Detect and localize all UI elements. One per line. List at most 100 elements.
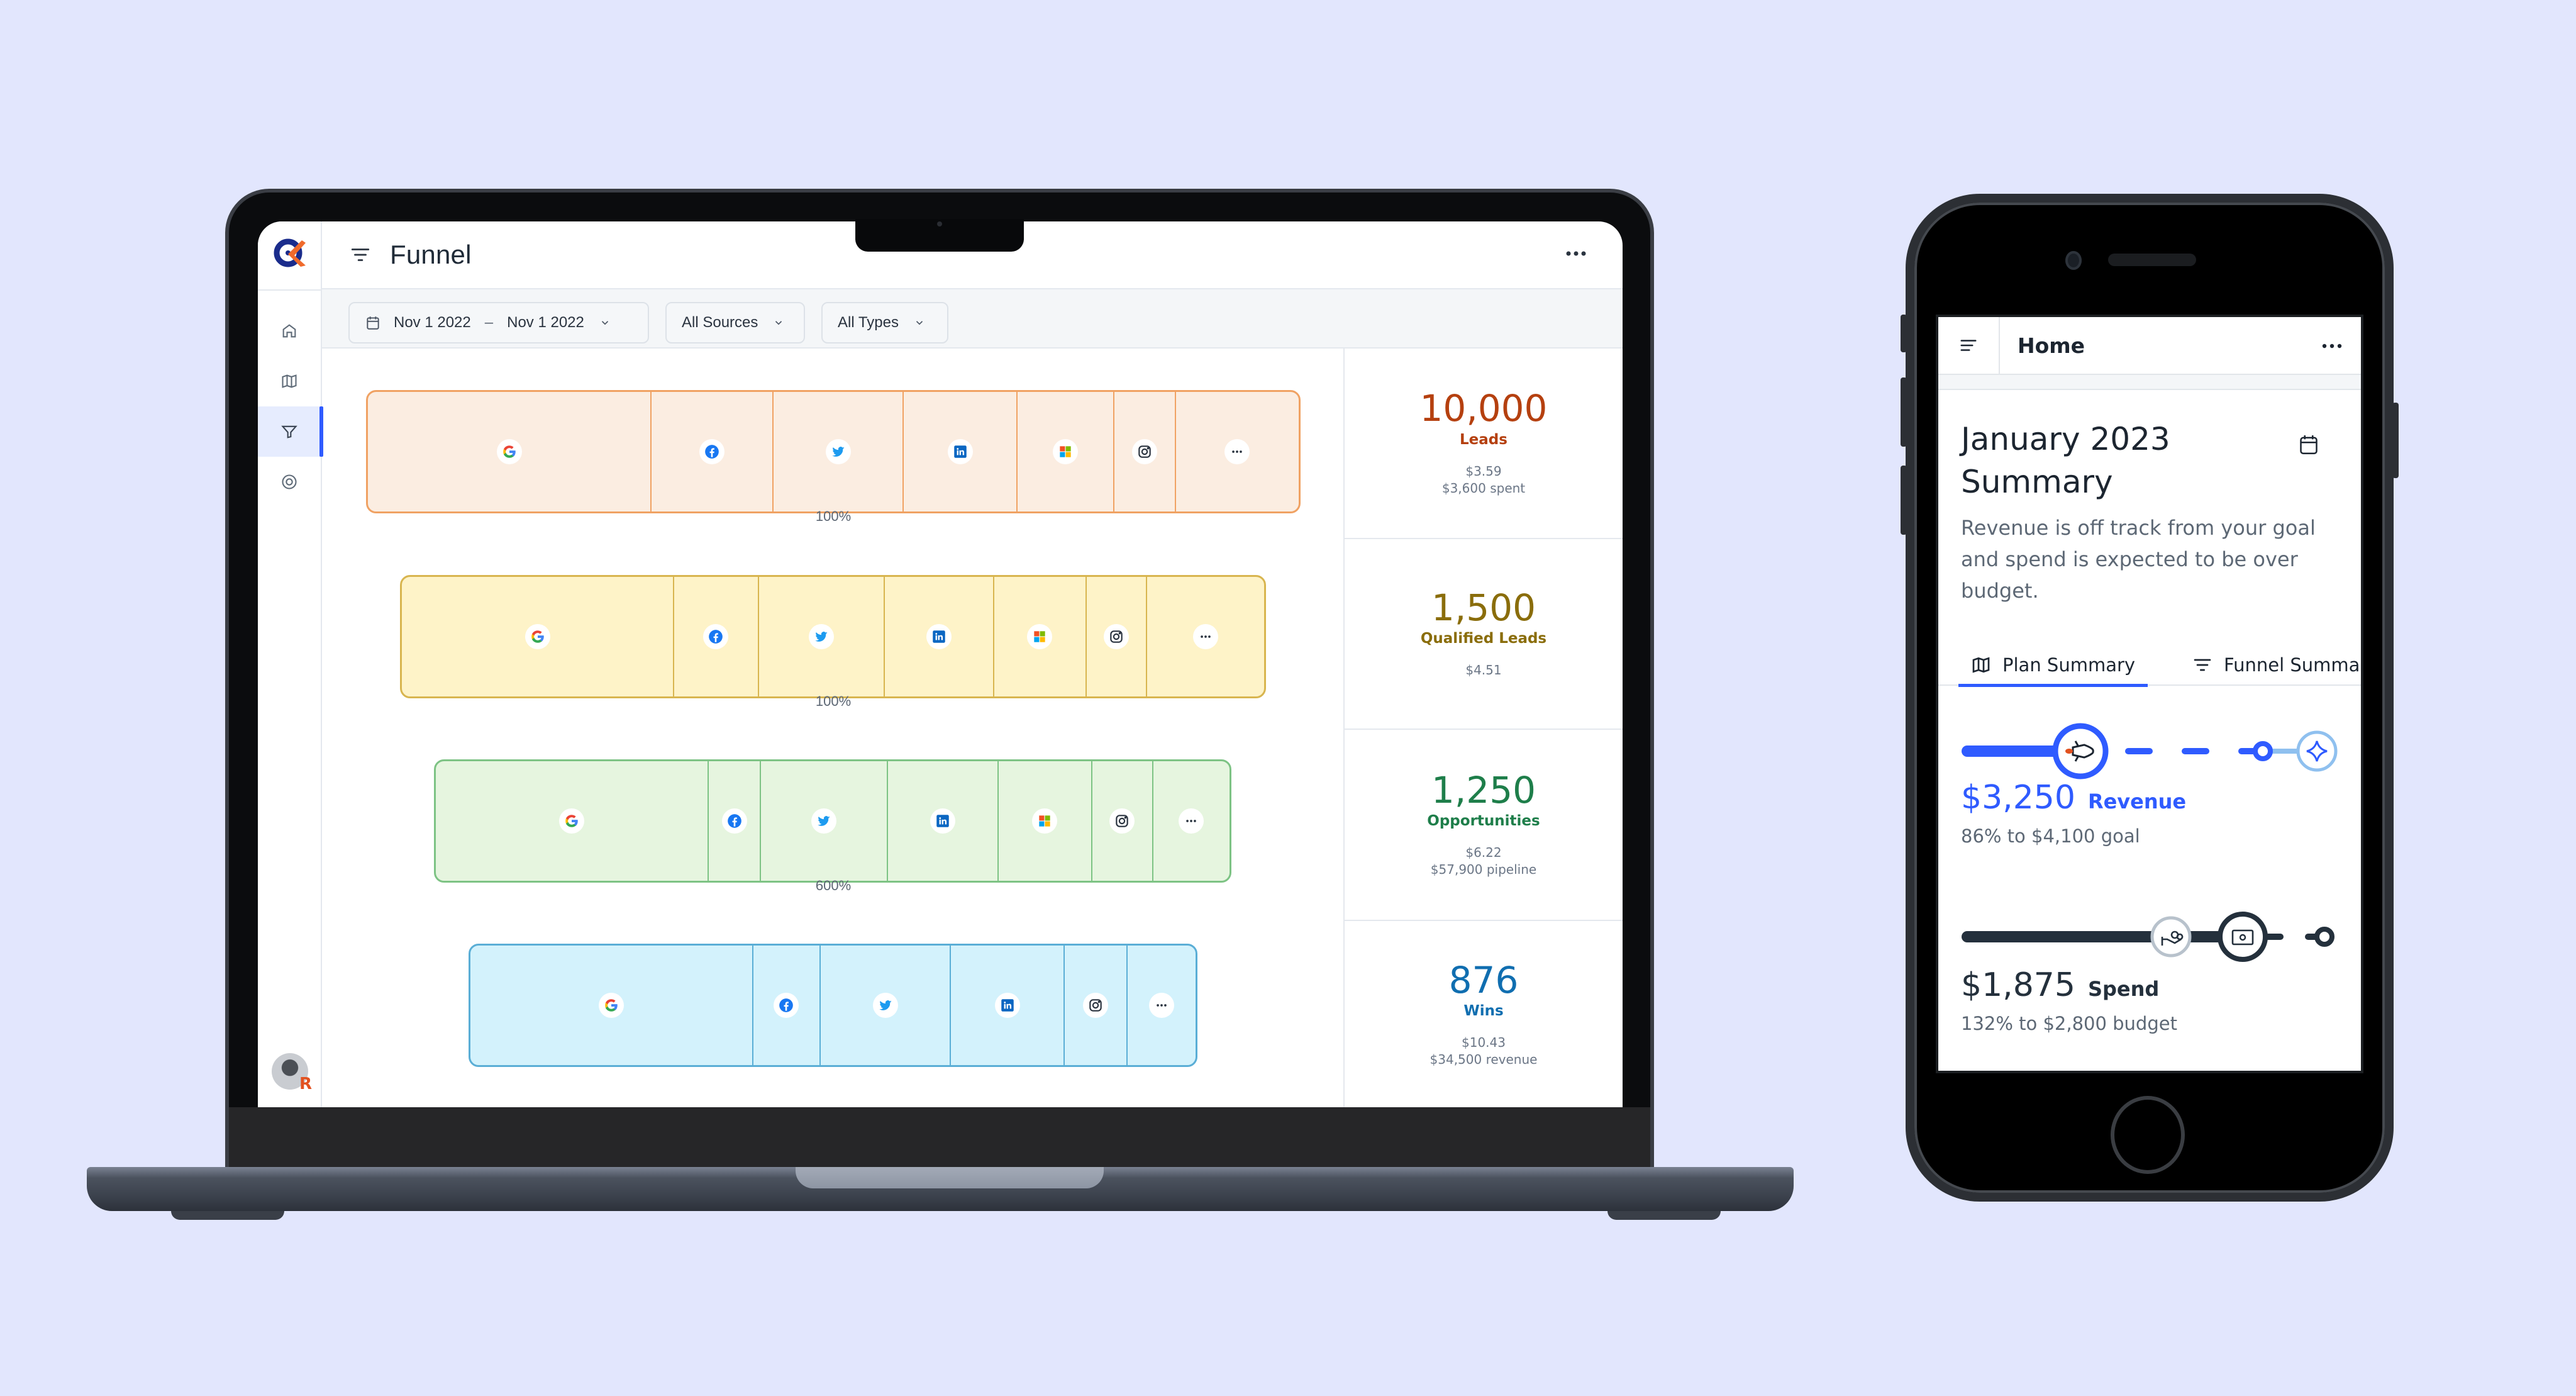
funnel-segment-google[interactable] bbox=[368, 392, 652, 511]
funnel-segment-google[interactable] bbox=[436, 761, 709, 881]
stat-card-opportunities[interactable]: 1,250 Opportunities $6.22 $57,900 pipeline bbox=[1345, 730, 1623, 921]
page-title: Funnel bbox=[390, 240, 472, 269]
summary-tabs: Plan Summary Funnel Summary bbox=[1938, 644, 2363, 687]
summary-title: January 2023 Summary bbox=[1961, 421, 2170, 500]
funnel-segment-twitter[interactable] bbox=[774, 392, 904, 511]
funnel-segment-microsoft[interactable] bbox=[994, 577, 1087, 696]
funnel-stage-wins[interactable] bbox=[469, 944, 1197, 1067]
logo-icon[interactable] bbox=[273, 235, 308, 271]
facebook-icon bbox=[699, 439, 725, 464]
tab-label: Funnel Summary bbox=[2224, 654, 2363, 676]
funnel-segment-twitter[interactable] bbox=[821, 946, 952, 1065]
funnel-segment-more[interactable] bbox=[1128, 946, 1196, 1065]
phone-menu-button[interactable] bbox=[1938, 317, 2000, 374]
funnel-segment-more[interactable] bbox=[1153, 761, 1230, 881]
funnel-stage-opportunities[interactable] bbox=[434, 759, 1231, 883]
stat-detail-line: $10.43 bbox=[1462, 1035, 1506, 1051]
phone-front-camera bbox=[2065, 251, 2082, 270]
conversion-rate-label: 100% bbox=[815, 508, 852, 524]
stat-details: $10.43 $34,500 revenue bbox=[1430, 1034, 1538, 1068]
calendar-icon bbox=[367, 316, 379, 330]
funnel-segment-facebook[interactable] bbox=[709, 761, 762, 881]
disc-icon bbox=[282, 474, 297, 489]
stat-card-qualified-leads[interactable]: 1,500 Qualified Leads $4.51 bbox=[1345, 539, 1623, 730]
funnel-segment-linkedin[interactable] bbox=[951, 946, 1065, 1065]
funnel-segment-google[interactable] bbox=[402, 577, 675, 696]
types-dropdown[interactable]: All Types bbox=[821, 302, 948, 343]
funnel-segment-more[interactable] bbox=[1176, 392, 1299, 511]
microsoft-icon bbox=[1032, 808, 1058, 834]
stat-label: Leads bbox=[1460, 431, 1507, 448]
instagram-icon bbox=[1083, 993, 1108, 1018]
more-horizontal-icon[interactable] bbox=[1563, 244, 1589, 263]
sidebar-divider bbox=[258, 289, 322, 291]
filter-lines-icon[interactable] bbox=[350, 244, 371, 265]
sidebar-item-funnel[interactable] bbox=[258, 406, 323, 457]
funnel-segment-instagram[interactable] bbox=[1087, 577, 1147, 696]
more-icon bbox=[1148, 993, 1174, 1018]
instagram-icon bbox=[1131, 439, 1157, 464]
conversion-rate-label: 100% bbox=[815, 693, 852, 709]
phone-screen: Home January 2023 Summary Revenue is off… bbox=[1936, 315, 2363, 1073]
avatar[interactable]: R bbox=[272, 1053, 312, 1093]
funnel-segment-microsoft[interactable] bbox=[999, 761, 1092, 881]
date-separator: – bbox=[484, 314, 494, 331]
phone-home-button[interactable] bbox=[2111, 1096, 2185, 1174]
revenue-detail: 86% to $4,100 goal bbox=[1961, 825, 2140, 847]
date-end: Nov 1 2022 bbox=[507, 314, 584, 331]
funnel-stage-leads[interactable] bbox=[366, 390, 1301, 513]
funnel-segment-twitter[interactable] bbox=[761, 761, 889, 881]
stat-label: Opportunities bbox=[1427, 813, 1540, 830]
funnel-segment-linkedin[interactable] bbox=[888, 761, 999, 881]
funnel-segment-facebook[interactable] bbox=[652, 392, 774, 511]
revenue-progress-track bbox=[1962, 723, 2338, 779]
date-range-picker[interactable]: Nov 1 2022 – Nov 1 2022 bbox=[348, 302, 649, 343]
phone-page-title: Home bbox=[2018, 333, 2085, 358]
spend-amount: $1,875 Spend bbox=[1961, 966, 2159, 1004]
rocket-icon bbox=[2052, 723, 2109, 779]
sidebar-item-integrations[interactable] bbox=[258, 457, 321, 507]
more-horizontal-icon[interactable] bbox=[2321, 338, 2343, 354]
facebook-icon bbox=[703, 624, 729, 649]
filter-bar: Nov 1 2022 – Nov 1 2022 All Sources All … bbox=[322, 289, 1623, 349]
funnel-segment-instagram[interactable] bbox=[1065, 946, 1128, 1065]
twitter-icon bbox=[808, 624, 834, 649]
funnel-segment-google[interactable] bbox=[470, 946, 753, 1065]
funnel-segment-linkedin[interactable] bbox=[885, 577, 994, 696]
funnel-segment-facebook[interactable] bbox=[674, 577, 759, 696]
sources-dropdown[interactable]: All Sources bbox=[665, 302, 805, 343]
stat-card-leads[interactable]: 10,000 Leads $3.59 $3,600 spent bbox=[1345, 349, 1623, 539]
funnel-segment-instagram[interactable] bbox=[1114, 392, 1176, 511]
chevron-down-icon bbox=[775, 321, 782, 325]
linkedin-icon bbox=[947, 439, 973, 464]
spend-value: $1,875 bbox=[1961, 966, 2075, 1004]
twitter-icon bbox=[872, 993, 898, 1018]
calendar-icon[interactable] bbox=[2299, 434, 2318, 455]
stat-detail-line: $4.51 bbox=[1465, 662, 1502, 678]
stat-details: $6.22 $57,900 pipeline bbox=[1431, 844, 1536, 878]
sidebar-item-home[interactable] bbox=[258, 306, 321, 356]
microsoft-icon bbox=[1052, 439, 1078, 464]
tab-plan-summary[interactable]: Plan Summary bbox=[1958, 644, 2148, 687]
facebook-icon bbox=[721, 808, 747, 834]
funnel-stage-qualified-leads[interactable] bbox=[400, 575, 1266, 698]
linkedin-icon bbox=[994, 993, 1020, 1018]
conversion-rate-label: 600% bbox=[815, 878, 852, 893]
google-icon bbox=[559, 808, 585, 834]
tab-funnel-summary[interactable]: Funnel Summary bbox=[2192, 644, 2363, 686]
hand-coins-icon bbox=[2150, 916, 2192, 958]
stat-card-wins[interactable]: 876 Wins $10.43 $34,500 revenue bbox=[1345, 921, 1623, 1107]
funnel-segment-more[interactable] bbox=[1147, 577, 1264, 696]
banknote-icon bbox=[2218, 912, 2268, 962]
funnel-segment-twitter[interactable] bbox=[759, 577, 885, 696]
sidebar-item-plan[interactable] bbox=[258, 356, 321, 406]
funnel-segment-instagram[interactable] bbox=[1092, 761, 1153, 881]
funnel-segment-linkedin[interactable] bbox=[904, 392, 1018, 511]
spend-detail: 132% to $2,800 budget bbox=[1961, 1013, 2177, 1034]
home-icon bbox=[282, 324, 296, 338]
funnel-segment-microsoft[interactable] bbox=[1018, 392, 1114, 511]
funnel-segment-facebook[interactable] bbox=[753, 946, 821, 1065]
more-icon bbox=[1179, 808, 1204, 834]
revenue-label: Revenue bbox=[2087, 790, 2187, 813]
map-icon bbox=[1972, 657, 1990, 673]
